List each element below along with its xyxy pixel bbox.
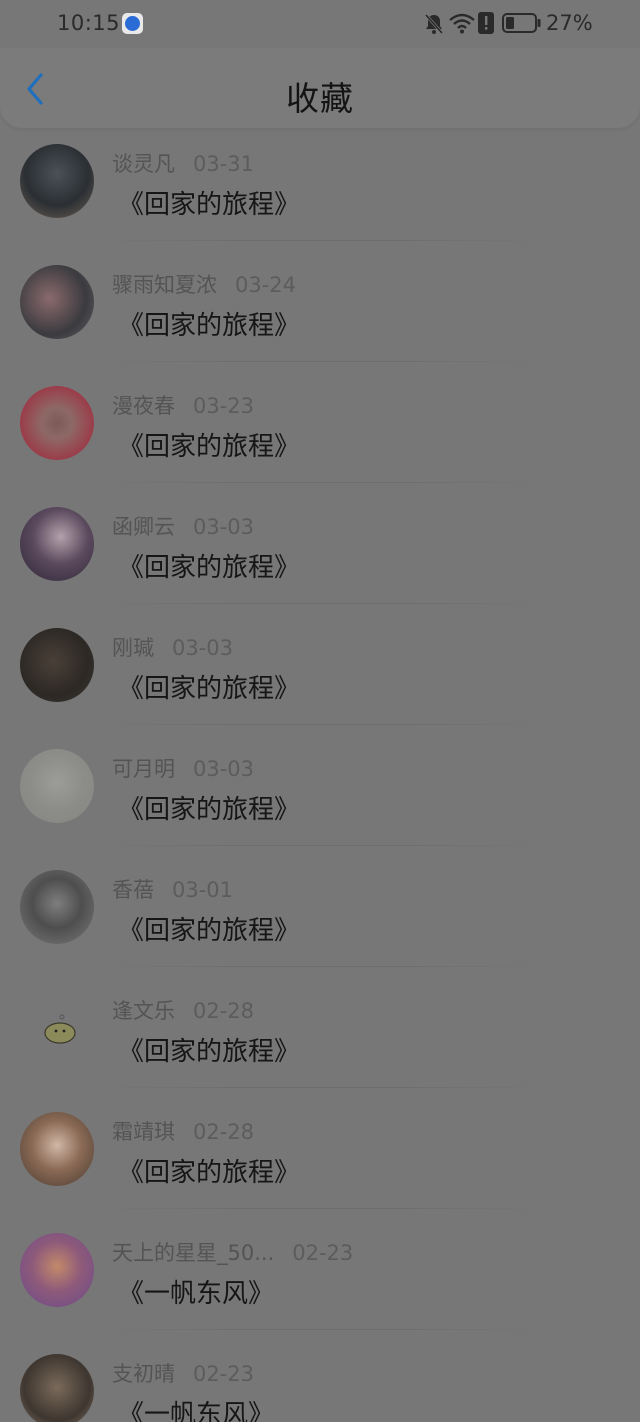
item-meta: 骤雨知夏浓 03-24 bbox=[112, 269, 296, 299]
item-title[interactable]: 《回家的旅程》 bbox=[118, 547, 300, 584]
user-name[interactable]: 霜靖琪 bbox=[112, 1116, 175, 1146]
list-item[interactable]: 漫夜春 03-23 《回家的旅程》 bbox=[0, 362, 640, 483]
avatar[interactable] bbox=[20, 1233, 94, 1307]
item-title[interactable]: 《回家的旅程》 bbox=[118, 305, 300, 342]
item-meta: 香蓓 03-01 bbox=[112, 874, 233, 904]
list-item[interactable]: 香蓓 03-01 《回家的旅程》 bbox=[0, 846, 640, 967]
favorite-date: 03-01 bbox=[172, 878, 234, 902]
item-meta: 函卿云 03-03 bbox=[112, 511, 254, 541]
favorite-date: 02-28 bbox=[193, 999, 255, 1023]
list-item[interactable]: 函卿云 03-03 《回家的旅程》 bbox=[0, 483, 640, 604]
list-item[interactable]: 天上的星星_50... 02-23 《一帆东风》 bbox=[0, 1209, 640, 1330]
user-name[interactable]: 支初晴 bbox=[112, 1358, 175, 1388]
app-icon bbox=[122, 13, 143, 34]
item-title[interactable]: 《一帆东风》 bbox=[118, 1394, 274, 1422]
user-name[interactable]: 香蓓 bbox=[112, 874, 154, 904]
user-name[interactable]: 谈灵凡 bbox=[112, 148, 175, 178]
avatar[interactable] bbox=[20, 628, 94, 702]
list-item[interactable]: 霜靖琪 02-28 《回家的旅程》 bbox=[0, 1088, 640, 1209]
status-bar: 10:15 27% bbox=[0, 0, 640, 48]
favorite-date: 02-23 bbox=[193, 1362, 255, 1386]
avatar[interactable] bbox=[20, 749, 94, 823]
avatar[interactable] bbox=[20, 1112, 94, 1186]
item-title[interactable]: 《回家的旅程》 bbox=[118, 1152, 300, 1189]
user-name[interactable]: 可月明 bbox=[112, 753, 175, 783]
item-title[interactable]: 《回家的旅程》 bbox=[118, 668, 300, 705]
user-name[interactable]: 天上的星星_50... bbox=[112, 1237, 274, 1267]
item-meta: 天上的星星_50... 02-23 bbox=[112, 1237, 353, 1267]
nav-bar: 收藏 bbox=[0, 48, 640, 128]
item-meta: 逢文乐 02-28 bbox=[112, 995, 254, 1025]
item-title[interactable]: 《一帆东风》 bbox=[118, 1273, 274, 1310]
list-item[interactable]: 骤雨知夏浓 03-24 《回家的旅程》 bbox=[0, 241, 640, 362]
avatar[interactable] bbox=[20, 265, 94, 339]
list-item[interactable]: 逢文乐 02-28 《回家的旅程》 bbox=[0, 967, 640, 1088]
item-title[interactable]: 《回家的旅程》 bbox=[118, 184, 300, 221]
user-name[interactable]: 逢文乐 bbox=[112, 995, 175, 1025]
item-title[interactable]: 《回家的旅程》 bbox=[118, 789, 300, 826]
item-title[interactable]: 《回家的旅程》 bbox=[118, 1031, 300, 1068]
favorite-date: 02-23 bbox=[292, 1241, 354, 1265]
favorite-date: 03-03 bbox=[193, 515, 255, 539]
page-title: 收藏 bbox=[286, 79, 354, 118]
battery-icon bbox=[502, 13, 541, 33]
favorite-date: 02-28 bbox=[193, 1120, 255, 1144]
wifi-icon bbox=[449, 13, 475, 34]
favorite-date: 03-24 bbox=[235, 273, 297, 297]
favorite-date: 03-23 bbox=[193, 394, 255, 418]
avatar[interactable] bbox=[20, 991, 94, 1065]
user-name[interactable]: 函卿云 bbox=[112, 511, 175, 541]
avatar[interactable] bbox=[20, 386, 94, 460]
avatar[interactable] bbox=[20, 507, 94, 581]
item-meta: 谈灵凡 03-31 bbox=[112, 148, 254, 178]
item-meta: 可月明 03-03 bbox=[112, 753, 254, 783]
item-title[interactable]: 《回家的旅程》 bbox=[118, 426, 300, 463]
favorites-list: 谈灵凡 03-31 《回家的旅程》 骤雨知夏浓 03-24 《回家的旅程》 漫夜春 03-23… bbox=[0, 120, 640, 1422]
item-meta: 霜靖琪 02-28 bbox=[112, 1116, 254, 1146]
item-meta: 刚瑊 03-03 bbox=[112, 632, 233, 662]
status-time: 10:15 bbox=[57, 11, 121, 35]
item-title[interactable]: 《回家的旅程》 bbox=[118, 910, 300, 947]
list-item[interactable]: 支初晴 02-23 《一帆东风》 bbox=[0, 1330, 640, 1422]
avatar[interactable] bbox=[20, 870, 94, 944]
favorite-date: 03-03 bbox=[193, 757, 255, 781]
battery-percent: 27% bbox=[546, 11, 593, 35]
user-name[interactable]: 刚瑊 bbox=[112, 632, 154, 662]
favorite-date: 03-31 bbox=[193, 152, 255, 176]
avatar[interactable] bbox=[20, 144, 94, 218]
item-meta: 支初晴 02-23 bbox=[112, 1358, 254, 1388]
favorite-date: 03-03 bbox=[172, 636, 234, 660]
list-item[interactable]: 刚瑊 03-03 《回家的旅程》 bbox=[0, 604, 640, 725]
avatar[interactable] bbox=[20, 1354, 94, 1422]
list-item[interactable]: 谈灵凡 03-31 《回家的旅程》 bbox=[0, 120, 640, 241]
user-name[interactable]: 骤雨知夏浓 bbox=[112, 269, 217, 299]
item-meta: 漫夜春 03-23 bbox=[112, 390, 254, 420]
list-item[interactable]: 可月明 03-03 《回家的旅程》 bbox=[0, 725, 640, 846]
user-name[interactable]: 漫夜春 bbox=[112, 390, 175, 420]
bell-off-icon bbox=[424, 14, 444, 34]
alert-icon bbox=[478, 12, 494, 34]
